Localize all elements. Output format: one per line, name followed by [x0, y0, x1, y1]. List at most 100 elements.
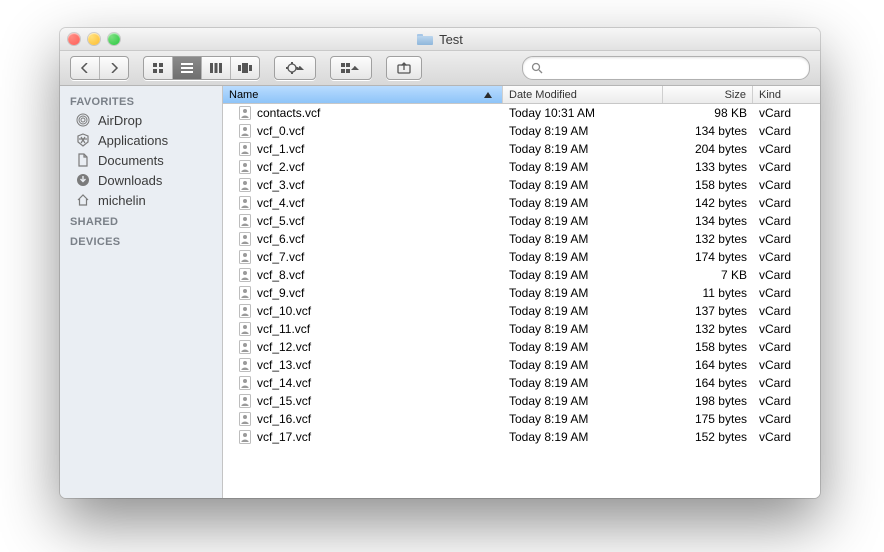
- file-name: vcf_5.vcf: [257, 214, 304, 228]
- file-size: 174 bytes: [663, 250, 753, 264]
- share-button[interactable]: [387, 57, 421, 79]
- sidebar-heading-shared: SHARED: [60, 210, 222, 230]
- file-name: vcf_8.vcf: [257, 268, 304, 282]
- search-input[interactable]: [548, 60, 801, 76]
- file-row[interactable]: vcf_12.vcfToday 8:19 AM158 bytesvCard: [223, 338, 820, 356]
- minimize-button[interactable]: [88, 33, 100, 45]
- search-field[interactable]: [522, 56, 810, 80]
- column-header-size[interactable]: Size: [663, 86, 753, 103]
- file-date: Today 8:19 AM: [503, 430, 663, 444]
- forward-button[interactable]: [100, 57, 128, 79]
- window-title: Test: [439, 32, 463, 47]
- column-header-name[interactable]: Name: [223, 86, 503, 103]
- file-row[interactable]: vcf_6.vcfToday 8:19 AM132 bytesvCard: [223, 230, 820, 248]
- zoom-button[interactable]: [108, 33, 120, 45]
- column-headers: Name Date Modified Size Kind: [223, 86, 820, 104]
- file-size: 175 bytes: [663, 412, 753, 426]
- sidebar-item-downloads[interactable]: Downloads: [60, 170, 222, 190]
- vcard-icon: [237, 321, 253, 337]
- file-kind: vCard: [753, 232, 820, 246]
- view-coverflow-button[interactable]: [231, 57, 259, 79]
- file-kind: vCard: [753, 430, 820, 444]
- vcard-icon: [237, 231, 253, 247]
- file-date: Today 8:19 AM: [503, 196, 663, 210]
- file-row[interactable]: vcf_16.vcfToday 8:19 AM175 bytesvCard: [223, 410, 820, 428]
- file-name: vcf_9.vcf: [257, 286, 304, 300]
- back-button[interactable]: [71, 57, 100, 79]
- vcard-icon: [237, 303, 253, 319]
- file-name: vcf_13.vcf: [257, 358, 311, 372]
- file-row[interactable]: vcf_14.vcfToday 8:19 AM164 bytesvCard: [223, 374, 820, 392]
- applications-icon: [74, 133, 92, 147]
- nav-buttons: [70, 56, 129, 80]
- file-name: vcf_11.vcf: [257, 322, 310, 336]
- folder-icon: [417, 33, 433, 45]
- file-row[interactable]: vcf_8.vcfToday 8:19 AM7 KBvCard: [223, 266, 820, 284]
- file-size: 133 bytes: [663, 160, 753, 174]
- file-date: Today 8:19 AM: [503, 214, 663, 228]
- vcard-icon: [237, 195, 253, 211]
- finder-window: Test: [60, 28, 820, 498]
- file-row[interactable]: vcf_13.vcfToday 8:19 AM164 bytesvCard: [223, 356, 820, 374]
- file-row[interactable]: vcf_15.vcfToday 8:19 AM198 bytesvCard: [223, 392, 820, 410]
- vcard-icon: [237, 105, 253, 121]
- file-date: Today 8:19 AM: [503, 160, 663, 174]
- action-button[interactable]: [275, 57, 315, 79]
- body: FAVORITES AirDrop Applications: [60, 86, 820, 498]
- file-row[interactable]: vcf_0.vcfToday 8:19 AM134 bytesvCard: [223, 122, 820, 140]
- vcard-icon: [237, 159, 253, 175]
- view-list-button[interactable]: [173, 57, 202, 79]
- file-kind: vCard: [753, 106, 820, 120]
- file-kind: vCard: [753, 214, 820, 228]
- documents-icon: [74, 153, 92, 167]
- close-button[interactable]: [68, 33, 80, 45]
- file-size: 158 bytes: [663, 340, 753, 354]
- sidebar-label: AirDrop: [98, 113, 142, 128]
- file-row[interactable]: vcf_9.vcfToday 8:19 AM11 bytesvCard: [223, 284, 820, 302]
- file-row[interactable]: contacts.vcfToday 10:31 AM98 KBvCard: [223, 104, 820, 122]
- file-row[interactable]: vcf_4.vcfToday 8:19 AM142 bytesvCard: [223, 194, 820, 212]
- file-kind: vCard: [753, 394, 820, 408]
- file-list: Name Date Modified Size Kind contacts.vc…: [223, 86, 820, 498]
- file-kind: vCard: [753, 178, 820, 192]
- file-row[interactable]: vcf_7.vcfToday 8:19 AM174 bytesvCard: [223, 248, 820, 266]
- view-icons-button[interactable]: [144, 57, 173, 79]
- file-name: vcf_17.vcf: [257, 430, 311, 444]
- file-row[interactable]: vcf_17.vcfToday 8:19 AM152 bytesvCard: [223, 428, 820, 446]
- view-buttons: [143, 56, 260, 80]
- file-row[interactable]: vcf_10.vcfToday 8:19 AM137 bytesvCard: [223, 302, 820, 320]
- arrange-button[interactable]: [331, 57, 371, 79]
- vcard-icon: [237, 267, 253, 283]
- file-name: vcf_14.vcf: [257, 376, 311, 390]
- file-name: vcf_4.vcf: [257, 196, 304, 210]
- sidebar-item-documents[interactable]: Documents: [60, 150, 222, 170]
- file-date: Today 8:19 AM: [503, 232, 663, 246]
- view-columns-button[interactable]: [202, 57, 231, 79]
- file-size: 132 bytes: [663, 322, 753, 336]
- column-header-kind[interactable]: Kind: [753, 86, 820, 103]
- sidebar-item-applications[interactable]: Applications: [60, 130, 222, 150]
- file-row[interactable]: vcf_11.vcfToday 8:19 AM132 bytesvCard: [223, 320, 820, 338]
- vcard-icon: [237, 213, 253, 229]
- file-row[interactable]: vcf_2.vcfToday 8:19 AM133 bytesvCard: [223, 158, 820, 176]
- home-icon: [74, 193, 92, 207]
- file-row[interactable]: vcf_3.vcfToday 8:19 AM158 bytesvCard: [223, 176, 820, 194]
- file-date: Today 8:19 AM: [503, 124, 663, 138]
- file-size: 98 KB: [663, 106, 753, 120]
- vcard-icon: [237, 177, 253, 193]
- file-kind: vCard: [753, 412, 820, 426]
- sidebar-heading-favorites: FAVORITES: [60, 90, 222, 110]
- file-size: 11 bytes: [663, 286, 753, 300]
- share-button-group: [386, 56, 422, 80]
- sidebar-item-home[interactable]: michelin: [60, 190, 222, 210]
- file-date: Today 10:31 AM: [503, 106, 663, 120]
- file-row[interactable]: vcf_1.vcfToday 8:19 AM204 bytesvCard: [223, 140, 820, 158]
- file-row[interactable]: vcf_5.vcfToday 8:19 AM134 bytesvCard: [223, 212, 820, 230]
- file-kind: vCard: [753, 286, 820, 300]
- file-kind: vCard: [753, 142, 820, 156]
- column-header-date[interactable]: Date Modified: [503, 86, 663, 103]
- file-size: 137 bytes: [663, 304, 753, 318]
- file-date: Today 8:19 AM: [503, 250, 663, 264]
- sidebar-item-airdrop[interactable]: AirDrop: [60, 110, 222, 130]
- file-name: vcf_0.vcf: [257, 124, 304, 138]
